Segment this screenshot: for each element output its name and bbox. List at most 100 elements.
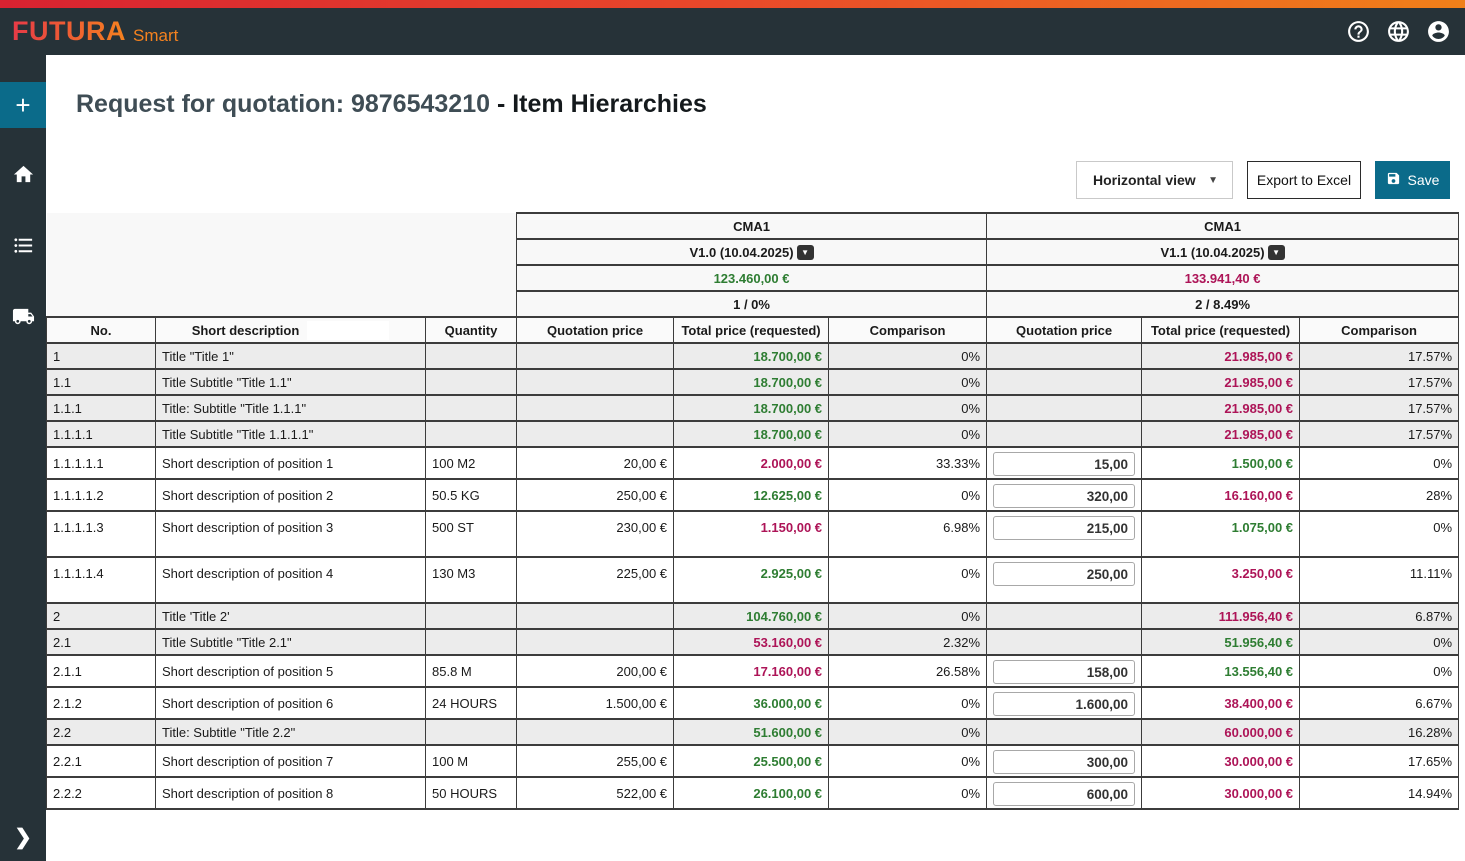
column-header-total-price: Total price (requested)	[674, 317, 829, 343]
table-row: 1 Title "Title 1" 18.700,00 € 0% 21.985,…	[47, 343, 1459, 369]
description-filter-input[interactable]	[307, 321, 389, 340]
save-button[interactable]: Save	[1375, 161, 1450, 199]
row-description-cell: Short description of position 8	[156, 777, 426, 809]
supplier-rank: 2 / 8.49%	[987, 291, 1459, 317]
v1-quotation-price-cell: 225,00 €	[517, 557, 674, 603]
v2-quotation-price-cell	[987, 511, 1142, 557]
column-header-quantity: Quantity	[426, 317, 517, 343]
list-icon	[12, 234, 35, 262]
row-quantity-cell	[426, 421, 517, 447]
v2-total-price-cell: 1.075,00 €	[1142, 511, 1300, 557]
v1-quotation-price-cell	[517, 603, 674, 629]
globe-icon[interactable]	[1386, 19, 1411, 44]
sidebar-expand-button[interactable]: ❯	[0, 821, 46, 853]
export-to-excel-button[interactable]: Export to Excel	[1247, 161, 1361, 199]
v1-comparison-cell: 0%	[829, 479, 987, 511]
v2-total-price-cell: 30.000,00 €	[1142, 745, 1300, 777]
v1-total-price-cell: 36.000,00 €	[674, 687, 829, 719]
v2-quotation-price-cell	[987, 719, 1142, 745]
column-header-no: No.	[47, 317, 156, 343]
v2-comparison-cell: 17.57%	[1300, 369, 1459, 395]
row-quantity-cell: 85.8 M	[426, 655, 517, 687]
toolbar: Horizontal view ▼ Export to Excel Save	[46, 161, 1450, 199]
help-icon[interactable]	[1346, 19, 1371, 44]
v2-total-price-cell: 111.956,40 €	[1142, 603, 1300, 629]
quotation-price-input[interactable]	[993, 692, 1135, 716]
quotation-price-input[interactable]	[993, 562, 1135, 586]
v2-comparison-cell: 6.67%	[1300, 687, 1459, 719]
view-mode-select[interactable]: Horizontal view ▼	[1076, 161, 1233, 199]
main-content: Request for quotation: 9876543210 - Item…	[46, 55, 1465, 861]
table-body: 1 Title "Title 1" 18.700,00 € 0% 21.985,…	[47, 343, 1459, 809]
v2-total-price-cell: 21.985,00 €	[1142, 369, 1300, 395]
row-quantity-cell: 50.5 KG	[426, 479, 517, 511]
row-quantity-cell	[426, 343, 517, 369]
v1-total-price-cell: 18.700,00 €	[674, 395, 829, 421]
v1-quotation-price-cell	[517, 369, 674, 395]
quotation-price-input[interactable]	[993, 452, 1135, 476]
version-dropdown-button[interactable]: ▼	[1268, 245, 1285, 260]
row-number-cell: 1.1.1	[47, 395, 156, 421]
row-description-cell: Short description of position 4	[156, 557, 426, 603]
v1-total-price-cell: 25.500,00 €	[674, 745, 829, 777]
column-header-comparison: Comparison	[1300, 317, 1459, 343]
v1-comparison-cell: 0%	[829, 687, 987, 719]
sidebar-item-shipping[interactable]	[0, 296, 46, 342]
v1-total-price-cell: 2.925,00 €	[674, 557, 829, 603]
row-number-cell: 1	[47, 343, 156, 369]
row-number-cell: 2.1.2	[47, 687, 156, 719]
row-number-cell: 2.2.2	[47, 777, 156, 809]
row-number-cell: 2.2.1	[47, 745, 156, 777]
column-header-description: Short description	[156, 317, 426, 343]
v2-total-price-cell: 21.985,00 €	[1142, 421, 1300, 447]
quotation-price-input[interactable]	[993, 660, 1135, 684]
table-row: 1.1.1 Title: Subtitle "Title 1.1.1" 18.7…	[47, 395, 1459, 421]
v1-total-price-cell: 18.700,00 €	[674, 343, 829, 369]
v2-comparison-cell: 14.94%	[1300, 777, 1459, 809]
column-header-description-label: Short description	[192, 323, 300, 338]
row-quantity-cell: 50 HOURS	[426, 777, 517, 809]
supplier-version-label: V1.1 (10.04.2025)	[1161, 245, 1265, 260]
supplier-version-label: V1.0 (10.04.2025)	[690, 245, 794, 260]
account-icon[interactable]	[1426, 19, 1451, 44]
v2-quotation-price-cell	[987, 343, 1142, 369]
row-quantity-cell: 500 ST	[426, 511, 517, 557]
table-row: 2.1.1 Short description of position 5 85…	[47, 655, 1459, 687]
v1-comparison-cell: 0%	[829, 603, 987, 629]
quotation-price-input[interactable]	[993, 782, 1135, 806]
app-logo: FUTURA	[12, 16, 126, 47]
v2-quotation-price-cell	[987, 447, 1142, 479]
v2-total-price-cell: 16.160,00 €	[1142, 479, 1300, 511]
table-row: 1.1 Title Subtitle "Title 1.1" 18.700,00…	[47, 369, 1459, 395]
row-number-cell: 1.1.1.1.4	[47, 557, 156, 603]
row-number-cell: 2.1	[47, 629, 156, 655]
v1-quotation-price-cell	[517, 629, 674, 655]
add-button[interactable]: +	[0, 82, 46, 128]
v2-comparison-cell: 17.57%	[1300, 395, 1459, 421]
row-quantity-cell: 130 M3	[426, 557, 517, 603]
version-dropdown-button[interactable]: ▼	[797, 245, 814, 260]
quotation-price-input[interactable]	[993, 484, 1135, 508]
v1-quotation-price-cell	[517, 395, 674, 421]
sidebar-item-home[interactable]	[0, 154, 46, 200]
v1-total-price-cell: 51.600,00 €	[674, 719, 829, 745]
table-row: 1.1.1.1.1 Short description of position …	[47, 447, 1459, 479]
v1-comparison-cell: 0%	[829, 343, 987, 369]
v1-comparison-cell: 0%	[829, 369, 987, 395]
supplier-name: CMA1	[987, 213, 1459, 239]
row-number-cell: 1.1	[47, 369, 156, 395]
v1-quotation-price-cell	[517, 343, 674, 369]
quotation-price-input[interactable]	[993, 750, 1135, 774]
v1-total-price-cell: 18.700,00 €	[674, 369, 829, 395]
v1-total-price-cell: 12.625,00 €	[674, 479, 829, 511]
sidebar-item-list[interactable]	[0, 225, 46, 271]
v2-quotation-price-cell	[987, 655, 1142, 687]
page-title-number: Request for quotation: 9876543210	[76, 90, 490, 118]
save-icon	[1386, 171, 1401, 189]
v2-total-price-cell: 60.000,00 €	[1142, 719, 1300, 745]
v2-total-price-cell: 30.000,00 €	[1142, 777, 1300, 809]
quotation-price-input[interactable]	[993, 516, 1135, 540]
save-button-label: Save	[1408, 172, 1440, 188]
v1-comparison-cell: 33.33%	[829, 447, 987, 479]
v2-total-price-cell: 13.556,40 €	[1142, 655, 1300, 687]
